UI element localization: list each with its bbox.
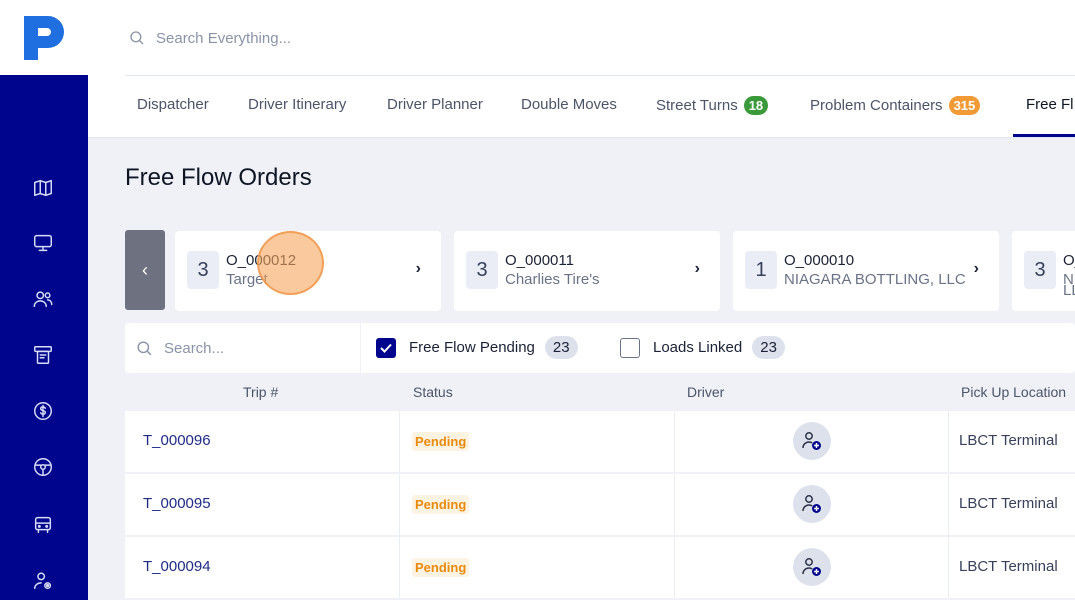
status-badge: Pending bbox=[412, 432, 470, 451]
table-row[interactable]: T_000094 Pending LBCT Terminal bbox=[125, 537, 1075, 598]
trip-number-link[interactable]: T_000096 bbox=[143, 432, 211, 449]
order-card[interactable]: 3 O_000012 Target › bbox=[175, 231, 441, 311]
free-flow-pending-checkbox[interactable] bbox=[376, 337, 396, 358]
cell-divider bbox=[399, 411, 400, 472]
order-card-count: 1 bbox=[745, 251, 777, 289]
cell-divider bbox=[399, 537, 400, 598]
loads-linked-count: 23 bbox=[752, 336, 785, 359]
tab-label: Driver Planner bbox=[387, 96, 483, 113]
cards-prev-button[interactable]: ‹ bbox=[125, 230, 165, 310]
free-flow-pending-filter[interactable]: Free Flow Pending 23 bbox=[376, 336, 578, 359]
logo-icon[interactable] bbox=[24, 16, 64, 60]
tab-label: Dispatcher bbox=[137, 96, 209, 113]
order-card-customer: Target bbox=[226, 271, 268, 288]
tab-label: Problem Containers bbox=[810, 97, 943, 114]
status-badge: Pending bbox=[412, 558, 470, 577]
street-turns-count-badge: 18 bbox=[743, 96, 769, 115]
order-card-count: 3 bbox=[1024, 251, 1056, 289]
add-driver-icon bbox=[802, 432, 821, 450]
order-card-customer: NIAGARA BOTTLING, LLC bbox=[784, 271, 966, 288]
tab-label: Street Turns bbox=[656, 97, 738, 114]
tab-label: Free Fl bbox=[1026, 96, 1074, 113]
checkmark-icon bbox=[380, 343, 392, 353]
table-search bbox=[125, 323, 361, 373]
tab-label: Driver Itinerary bbox=[248, 96, 347, 113]
cell-divider bbox=[948, 411, 949, 472]
pickup-location: LBCT Terminal bbox=[959, 432, 1058, 449]
assign-driver-button[interactable] bbox=[793, 548, 831, 586]
loads-linked-filter[interactable]: Loads Linked 23 bbox=[620, 336, 785, 359]
global-search-input[interactable] bbox=[156, 29, 396, 47]
column-header-driver[interactable]: Driver bbox=[687, 384, 724, 400]
order-card-id: O_000010 bbox=[784, 252, 855, 269]
chevron-right-icon[interactable]: › bbox=[416, 260, 421, 278]
order-card-count: 3 bbox=[187, 251, 219, 289]
sidebar bbox=[0, 75, 88, 600]
filter-bar: Free Flow Pending 23 Loads Linked 23 bbox=[125, 323, 1075, 373]
cell-divider bbox=[674, 537, 675, 598]
assign-driver-button[interactable] bbox=[793, 485, 831, 523]
order-card[interactable]: 3 O_000011 Charlies Tire's › bbox=[454, 231, 720, 311]
problem-containers-count-badge: 315 bbox=[948, 96, 981, 115]
add-driver-icon bbox=[802, 558, 821, 576]
dollar-icon[interactable] bbox=[30, 398, 56, 424]
search-icon bbox=[137, 340, 152, 355]
order-card-customer: Charlies Tire's bbox=[505, 271, 600, 288]
loads-linked-checkbox[interactable] bbox=[620, 337, 640, 358]
top-header bbox=[88, 0, 1075, 75]
tab-label: Double Moves bbox=[521, 96, 617, 113]
cell-divider bbox=[674, 474, 675, 535]
tabs-divider bbox=[125, 75, 1075, 76]
order-card[interactable]: 1 O_000010 NIAGARA BOTTLING, LLC › bbox=[733, 231, 999, 311]
user-settings-icon[interactable] bbox=[30, 568, 56, 594]
tab-free-flow[interactable]: Free Fl bbox=[1026, 96, 1074, 113]
table-row[interactable]: T_000096 Pending LBCT Terminal bbox=[125, 411, 1075, 472]
column-header-trip[interactable]: Trip # bbox=[243, 384, 278, 400]
steering-wheel-icon[interactable] bbox=[30, 454, 56, 480]
pickup-location: LBCT Terminal bbox=[959, 558, 1058, 575]
status-badge: Pending bbox=[412, 495, 470, 514]
global-search bbox=[128, 26, 428, 50]
tab-problem-containers[interactable]: Problem Containers 315 bbox=[810, 96, 981, 115]
tab-dispatcher[interactable]: Dispatcher bbox=[137, 96, 209, 113]
search-icon bbox=[130, 31, 144, 45]
tab-bar: Dispatcher Driver Itinerary Driver Plann… bbox=[88, 75, 1075, 138]
column-header-status[interactable]: Status bbox=[413, 384, 453, 400]
cell-divider bbox=[948, 474, 949, 535]
assign-driver-button[interactable] bbox=[793, 422, 831, 460]
order-card-count: 3 bbox=[466, 251, 498, 289]
cell-divider bbox=[674, 411, 675, 472]
loads-linked-label: Loads Linked bbox=[653, 339, 743, 356]
order-card-customer-line2: LL bbox=[1063, 282, 1075, 299]
cell-divider bbox=[948, 537, 949, 598]
add-driver-icon bbox=[802, 495, 821, 513]
tab-street-turns[interactable]: Street Turns 18 bbox=[656, 96, 769, 115]
free-flow-pending-count: 23 bbox=[544, 336, 578, 359]
free-flow-pending-label: Free Flow Pending bbox=[409, 339, 535, 356]
trip-number-link[interactable]: T_000094 bbox=[143, 558, 211, 575]
tab-driver-itinerary[interactable]: Driver Itinerary bbox=[248, 96, 346, 113]
tab-double-moves[interactable]: Double Moves bbox=[521, 96, 617, 113]
cell-divider bbox=[399, 474, 400, 535]
chevron-right-icon[interactable]: › bbox=[695, 260, 700, 278]
pickup-location: LBCT Terminal bbox=[959, 495, 1058, 512]
table-row[interactable]: T_000095 Pending LBCT Terminal bbox=[125, 474, 1075, 535]
map-icon[interactable] bbox=[30, 175, 56, 201]
order-card-id: O_ bbox=[1063, 252, 1075, 269]
column-header-pickup-location[interactable]: Pick Up Location bbox=[961, 384, 1066, 400]
table-search-input[interactable] bbox=[164, 339, 344, 357]
tabs-bottom-border bbox=[88, 137, 1075, 138]
board-icon[interactable] bbox=[30, 342, 56, 368]
order-card-id: O_000012 bbox=[226, 252, 297, 269]
truck-icon[interactable] bbox=[30, 512, 56, 538]
tab-driver-planner[interactable]: Driver Planner bbox=[387, 96, 483, 113]
page-title: Free Flow Orders bbox=[125, 164, 312, 191]
logo-area bbox=[0, 0, 88, 75]
trip-number-link[interactable]: T_000095 bbox=[143, 495, 211, 512]
order-card[interactable]: 3 O_ NI LL bbox=[1012, 231, 1075, 311]
monitor-icon[interactable] bbox=[30, 230, 56, 256]
chevron-right-icon[interactable]: › bbox=[974, 260, 979, 278]
users-icon[interactable] bbox=[30, 286, 56, 312]
order-card-id: O_000011 bbox=[505, 252, 574, 269]
